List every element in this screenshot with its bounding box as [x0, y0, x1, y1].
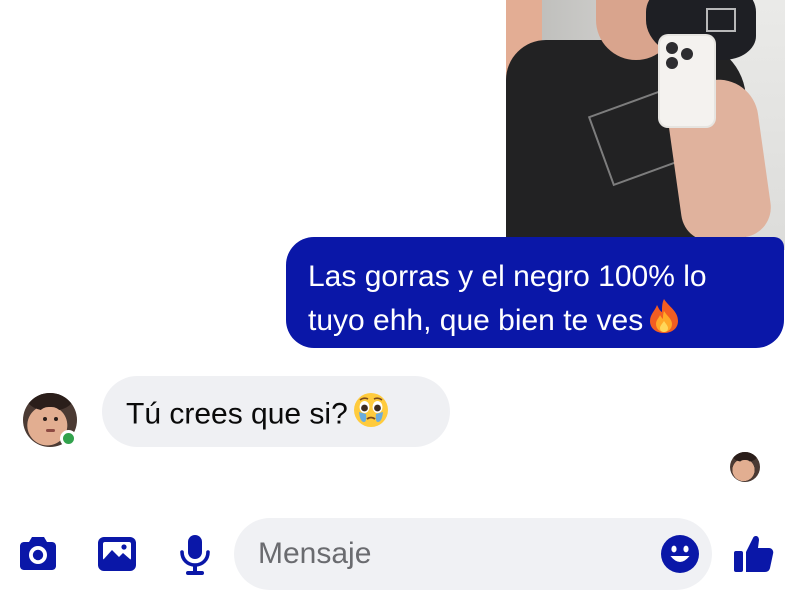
photo-phone-camera [681, 48, 693, 60]
microphone-icon[interactable] [171, 530, 219, 578]
outgoing-message-text: tuyo ehh, que bien te ves [308, 303, 644, 337]
incoming-message-text: Tú crees que si? [126, 397, 348, 431]
smiley-icon[interactable] [660, 534, 700, 574]
message-input[interactable] [258, 518, 638, 590]
outgoing-message-bubble[interactable]: Las gorras y el negro 100% lo tuyo ehh, … [286, 237, 784, 348]
avatar-eye [43, 417, 47, 421]
avatar-eye [54, 417, 58, 421]
avatar-mouth [46, 429, 55, 432]
photo-cap-logo [706, 8, 736, 32]
receipt-face [737, 460, 753, 480]
outgoing-message-line: Las gorras y el negro 100% lo [308, 260, 707, 293]
image-icon[interactable] [93, 530, 141, 578]
camera-icon[interactable] [14, 530, 62, 578]
message-input-container[interactable] [234, 518, 712, 590]
holding-back-tears-emoji-icon [352, 391, 390, 440]
thumbs-up-icon[interactable] [730, 530, 778, 578]
chat-window: Las gorras y el negro 100% lo tuyo ehh, … [0, 0, 800, 600]
photo-phone-camera [666, 57, 678, 69]
message-composer [0, 510, 800, 600]
incoming-message-bubble[interactable]: Tú crees que si? [102, 376, 450, 447]
read-receipt-avatar [730, 452, 760, 482]
photo-phone-camera [666, 42, 678, 54]
outgoing-message-line: tuyo ehh, que bien te ves [308, 298, 764, 346]
online-status-dot [60, 430, 77, 447]
photo-message[interactable] [506, 0, 785, 250]
fire-emoji-icon [647, 298, 681, 346]
